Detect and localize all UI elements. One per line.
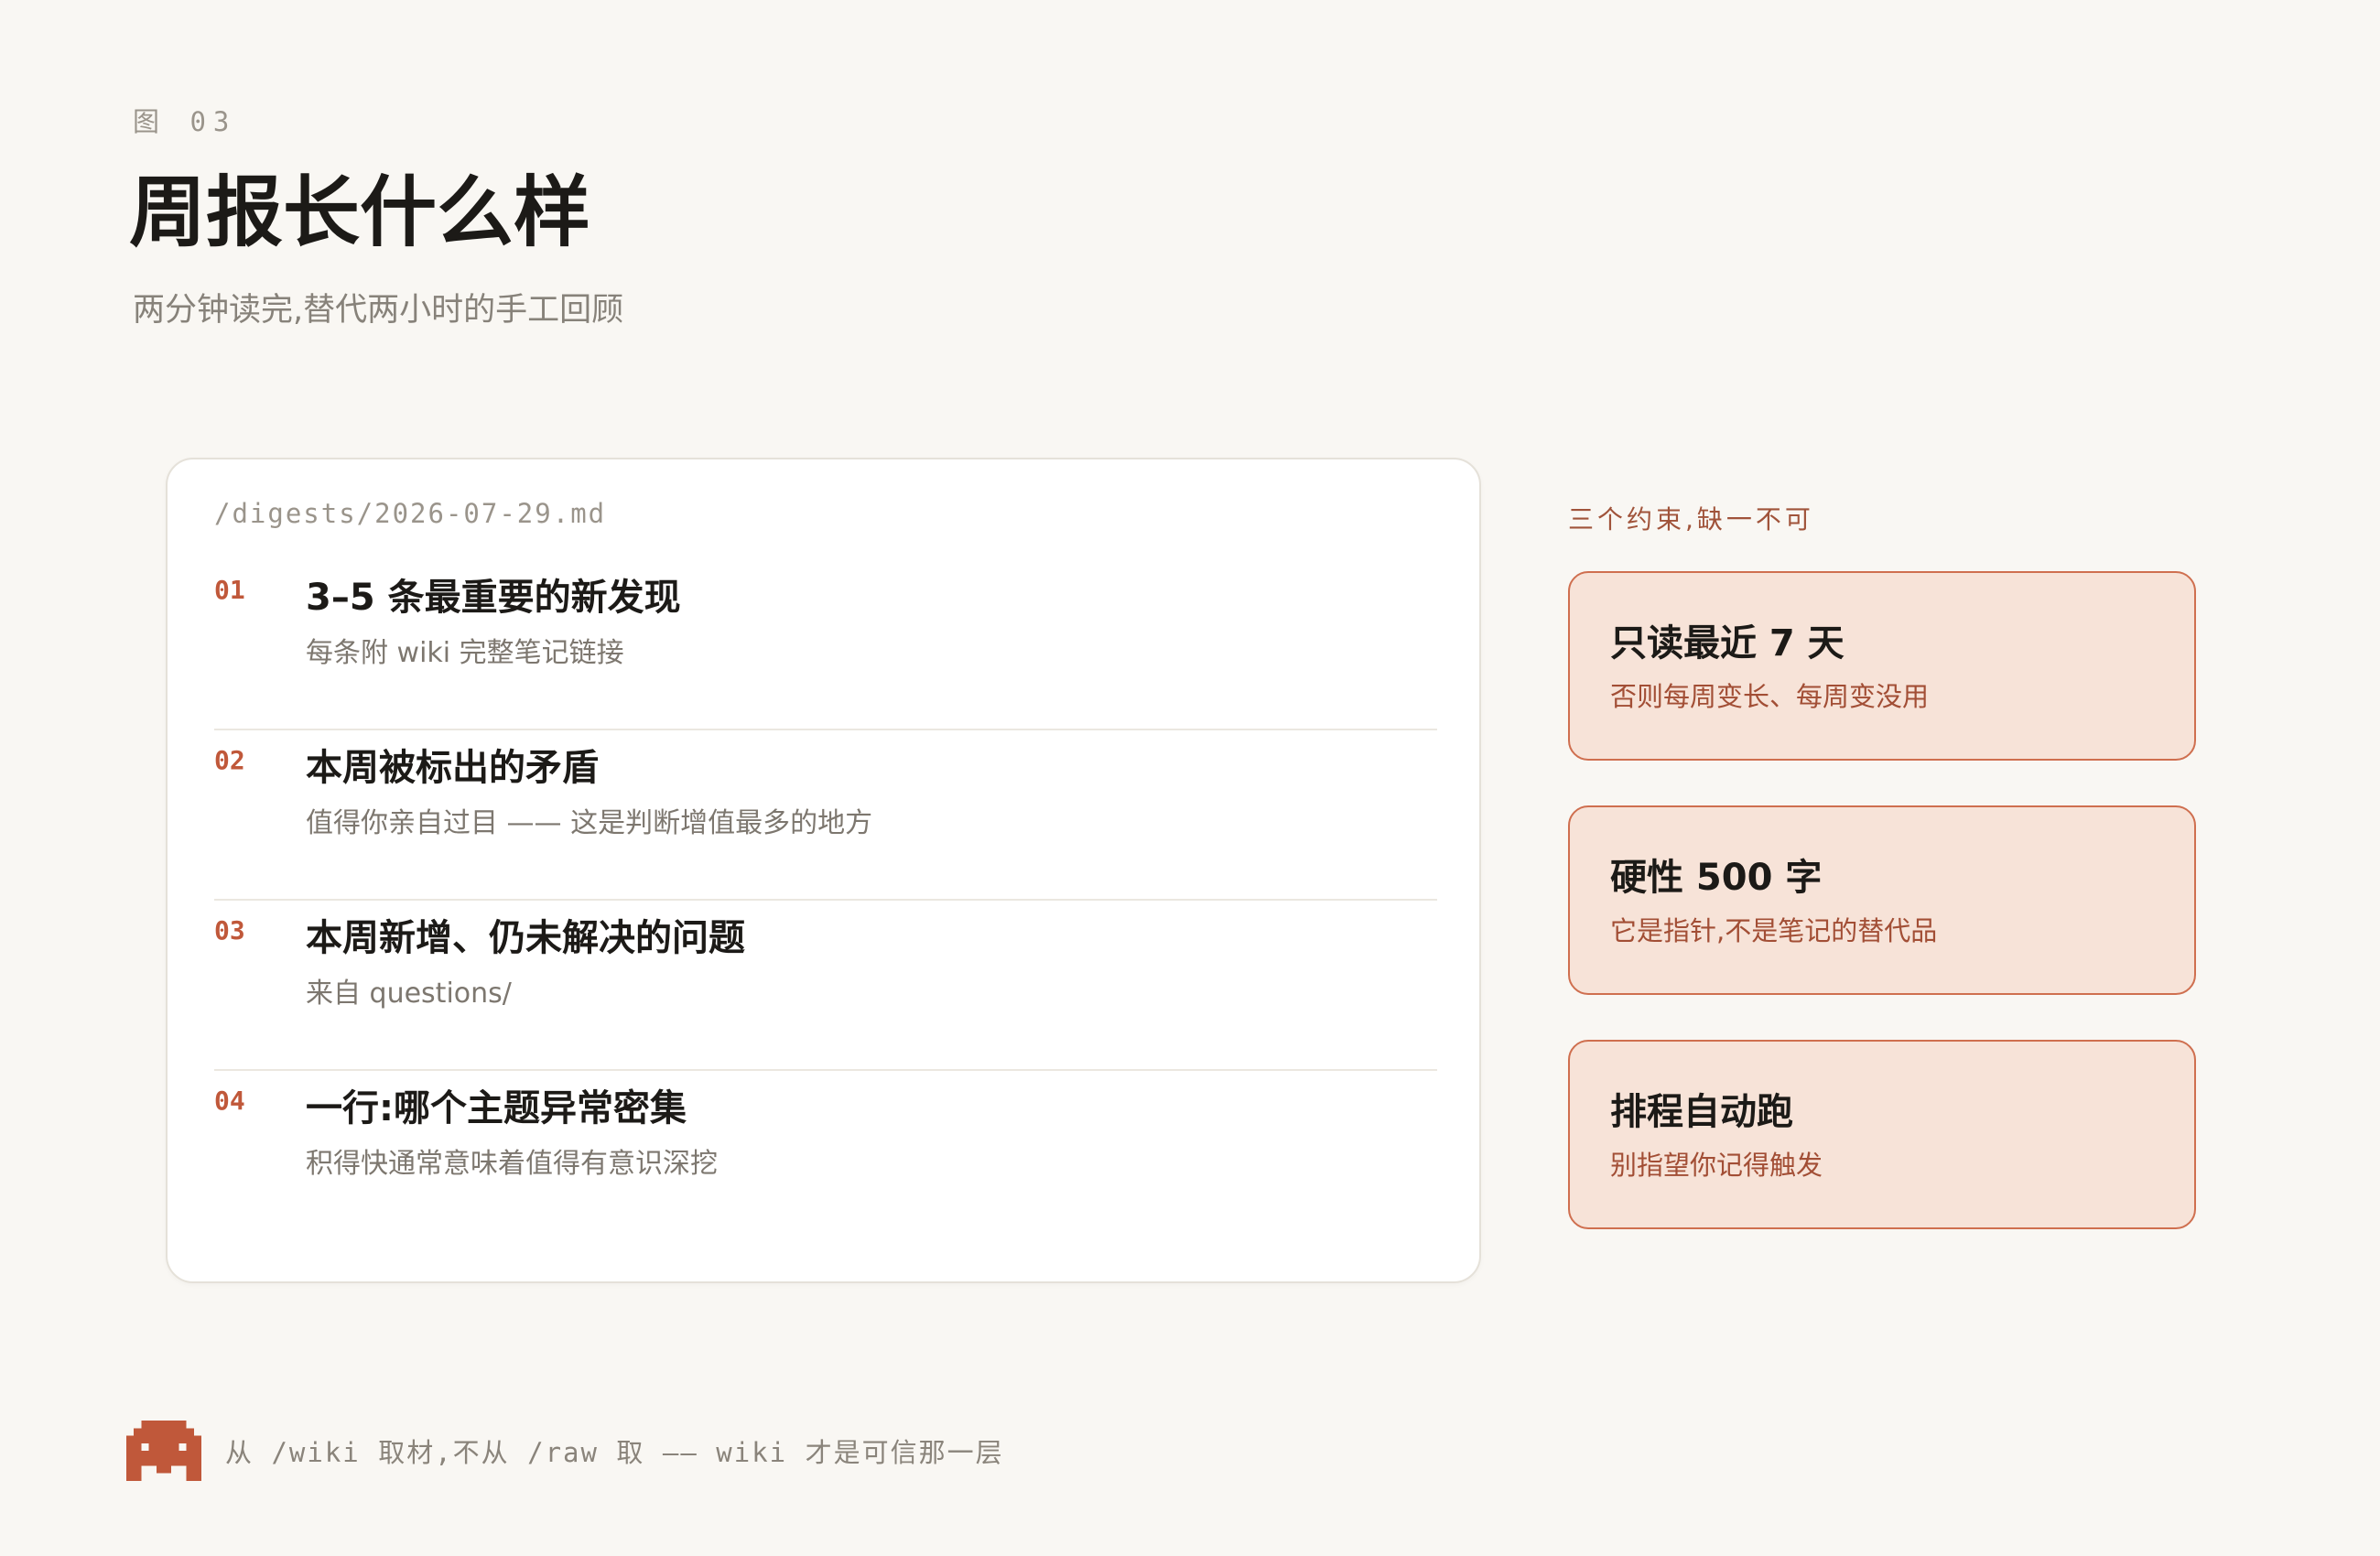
constraints-heading: 三个约束,缺一不可 xyxy=(1568,504,1814,535)
digest-item: 03 本周新增、仍未解决的问题 来自 questions/ xyxy=(214,901,1437,1071)
digest-list: 01 3–5 条最重要的新发现 每条附 wiki 完整笔记链接 02 本周被标出… xyxy=(214,560,1437,1239)
footer-note: 从 /wiki 取材,不从 /raw 取 —— wiki 才是可信那一层 xyxy=(225,1437,1004,1468)
digest-item-description: 积得快通常意味着值得有意识深挖 xyxy=(306,1148,718,1180)
constraint-description: 别指望你记得触发 xyxy=(1610,1150,1823,1181)
digest-item: 02 本周被标出的矛盾 值得你亲自过目 —— 这是判断增值最多的地方 xyxy=(214,730,1437,901)
digest-item-title: 3–5 条最重要的新发现 xyxy=(306,577,681,619)
pixel-mascot-icon xyxy=(126,1421,201,1481)
footer: 从 /wiki 取材,不从 /raw 取 —— wiki 才是可信那一层 xyxy=(126,1419,1004,1483)
constraint-description: 否则每周变长、每周变没用 xyxy=(1610,681,1930,712)
figure-label: 图 03 xyxy=(133,106,237,137)
digest-card: /digests/2026-07-29.md 01 3–5 条最重要的新发现 每… xyxy=(166,458,1481,1283)
constraint-title: 只读最近 7 天 xyxy=(1610,622,1844,665)
digest-item: 04 一行:哪个主题异常密集 积得快通常意味着值得有意识深挖 xyxy=(214,1071,1437,1239)
constraint-card: 只读最近 7 天 否则每周变长、每周变没用 xyxy=(1568,571,2196,761)
constraint-card: 排程自动跑 别指望你记得触发 xyxy=(1568,1040,2196,1229)
constraint-description: 它是指针,不是笔记的替代品 xyxy=(1610,915,1938,946)
digest-item-title: 本周新增、仍未解决的问题 xyxy=(306,917,745,959)
digest-item-number: 03 xyxy=(214,915,245,945)
constraint-card: 硬性 500 字 它是指针,不是笔记的替代品 xyxy=(1568,805,2196,995)
digest-file-path: /digests/2026-07-29.md xyxy=(214,498,607,529)
digest-item-description: 每条附 wiki 完整笔记链接 xyxy=(306,637,624,669)
digest-item-number: 04 xyxy=(214,1086,245,1116)
digest-item-title: 本周被标出的矛盾 xyxy=(306,747,599,789)
page-title: 周报长什么样 xyxy=(129,167,591,257)
digest-item-number: 02 xyxy=(214,745,245,775)
digest-item-number: 01 xyxy=(214,575,245,605)
digest-item-title: 一行:哪个主题异常密集 xyxy=(306,1087,687,1129)
constraint-title: 硬性 500 字 xyxy=(1610,857,1823,899)
digest-item-description: 值得你亲自过目 —— 这是判断增值最多的地方 xyxy=(306,807,873,839)
page-subtitle: 两分钟读完,替代两小时的手工回顾 xyxy=(133,292,624,329)
digest-item: 01 3–5 条最重要的新发现 每条附 wiki 完整笔记链接 xyxy=(214,560,1437,730)
digest-item-description: 来自 questions/ xyxy=(306,978,512,1010)
constraint-title: 排程自动跑 xyxy=(1610,1091,1793,1133)
